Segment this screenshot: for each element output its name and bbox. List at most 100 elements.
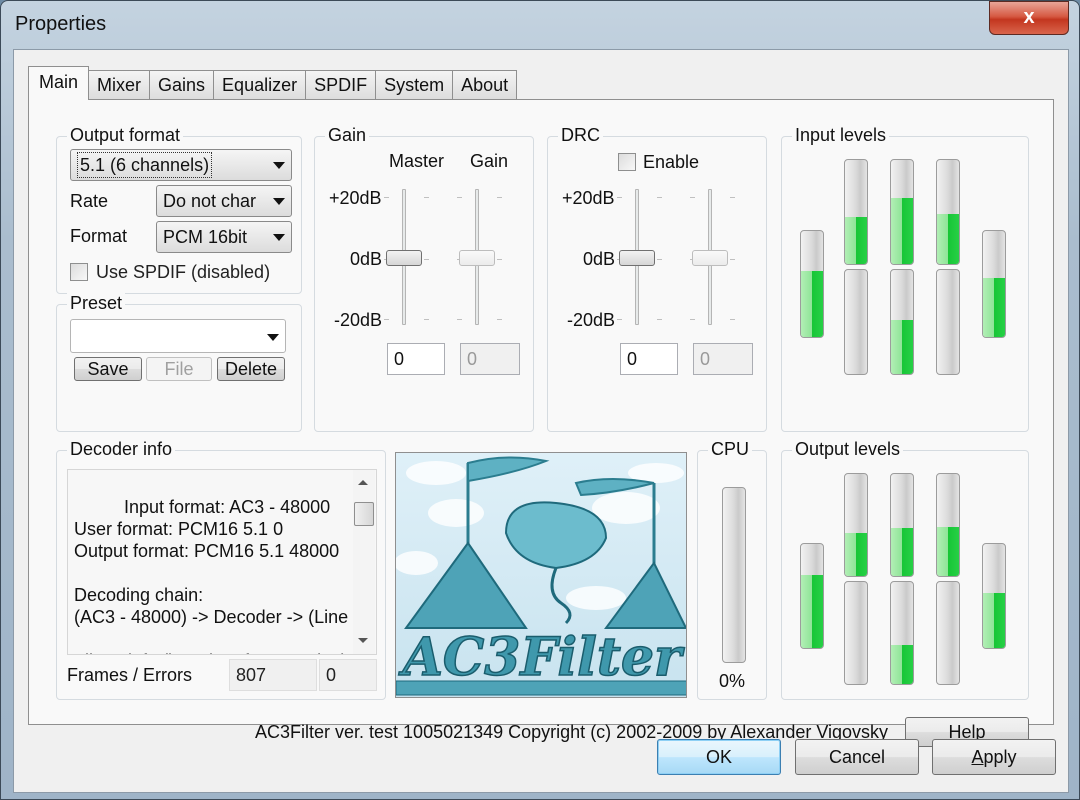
logo-text: AC3Filter <box>398 627 685 688</box>
slider-tick <box>657 259 662 260</box>
ok-button[interactable]: OK <box>657 739 781 775</box>
drc-value-2-input[interactable]: 0 <box>693 343 753 375</box>
level-meter-left <box>800 543 824 649</box>
preset-label: Preset <box>67 293 126 313</box>
tab-spdif[interactable]: SPDIF <box>305 70 377 100</box>
output-levels-label: Output levels <box>792 439 904 459</box>
decoder-info-group: Decoder info Input format: AC3 - 48000 U… <box>56 439 386 700</box>
level-meter-top-0 <box>844 159 868 265</box>
gain-value-input[interactable]: 0 <box>460 343 520 375</box>
level-meter-top-0-fill <box>845 533 867 576</box>
decoder-info-scrollbar[interactable] <box>353 470 375 654</box>
save-preset-button[interactable]: Save <box>74 357 142 381</box>
frames-errors-label: Frames / Errors <box>67 665 193 685</box>
drc-value-1-input[interactable]: 0 <box>620 343 678 375</box>
level-meter-top-2 <box>936 473 960 577</box>
errors-value: 0 <box>319 659 377 691</box>
copyright-text: AC3Filter ver. test 1005021349 Copyright… <box>255 722 889 742</box>
slider-tick <box>497 197 502 198</box>
apply-label-rest: pply <box>983 747 1017 767</box>
output-levels-group: Output levels <box>781 439 1029 700</box>
scale-zero: 0dB <box>350 249 383 269</box>
slider-tick <box>457 197 462 198</box>
main-tab-panel: Output format 5.1 (6 channels) Rate Do n… <box>28 99 1054 747</box>
apply-mnemonic: A <box>971 747 984 767</box>
level-meter-bottom-1-fill <box>891 645 913 684</box>
scroll-down-icon[interactable] <box>358 638 368 643</box>
slider-tick <box>424 259 429 260</box>
master-value-input[interactable]: 0 <box>387 343 445 375</box>
format-select[interactable]: PCM 16bit <box>156 221 292 253</box>
preset-select[interactable] <box>70 319 286 353</box>
level-meter-right-fill <box>983 277 1005 337</box>
level-meter-right-fill <box>983 592 1005 648</box>
tab-equalizer[interactable]: Equalizer <box>213 70 307 100</box>
slider-thumb[interactable] <box>692 250 728 266</box>
slider-thumb[interactable] <box>619 250 655 266</box>
level-meter-bottom-1 <box>890 269 914 375</box>
output-format-label: Output format <box>67 125 184 145</box>
slider-tick <box>424 197 429 198</box>
decoder-info-label: Decoder info <box>67 439 176 459</box>
decoder-info-text[interactable]: Input format: AC3 - 48000 User format: P… <box>67 469 377 655</box>
title-bar[interactable]: Properties x <box>1 1 1079 49</box>
frames-value: 807 <box>229 659 317 691</box>
preset-group: Preset Save File Delete <box>56 293 302 432</box>
scroll-thumb[interactable] <box>354 502 374 526</box>
drc-scale-plus20: +20dB <box>562 188 615 208</box>
slider-thumb[interactable] <box>386 250 422 266</box>
file-preset-button[interactable]: File <box>146 357 212 381</box>
gain-group-label: Gain <box>325 125 370 145</box>
input-levels-group: Input levels <box>781 125 1029 432</box>
drc-scale-zero: 0dB <box>583 249 616 269</box>
level-meter-bottom-2 <box>936 269 960 375</box>
level-meter-bottom-2 <box>936 581 960 685</box>
chevron-down-icon <box>273 198 285 205</box>
channels-value: 5.1 (6 channels) <box>77 152 213 178</box>
slider-tick <box>384 319 389 320</box>
slider-tick <box>730 319 735 320</box>
scale-minus20: -20dB <box>334 310 383 330</box>
level-meter-top-1 <box>890 159 914 265</box>
window-title: Properties <box>15 13 107 35</box>
level-meter-top-1-fill <box>891 198 913 264</box>
level-meter-top-1 <box>890 473 914 577</box>
tab-main[interactable]: Main <box>28 66 90 100</box>
rate-value: Do not char <box>163 191 257 211</box>
level-meter-left-fill <box>801 575 823 648</box>
level-meter-top-0 <box>844 473 868 577</box>
rate-label: Rate <box>70 191 109 211</box>
format-label: Format <box>70 226 128 246</box>
dialog-client: Main Mixer Gains Equalizer SPDIF System … <box>13 49 1069 793</box>
tab-bar: Main Mixer Gains Equalizer SPDIF System … <box>28 66 518 100</box>
slider-tick <box>617 197 622 198</box>
delete-preset-button[interactable]: Delete <box>217 357 285 381</box>
gain-group: Gain Master Gain +20dB 0dB -20dB 0 0 <box>314 125 534 432</box>
cancel-button[interactable]: Cancel <box>795 739 919 775</box>
tab-mixer[interactable]: Mixer <box>88 70 151 100</box>
slider-thumb[interactable] <box>459 250 495 266</box>
drc-group: DRC Enable +20dB 0dB -20dB 0 0 <box>547 125 767 432</box>
level-meter-bottom-1-fill <box>891 319 913 374</box>
tab-about[interactable]: About <box>452 70 518 100</box>
use-spdif-label: Use SPDIF (disabled) <box>96 262 271 282</box>
level-meter-left <box>800 230 824 338</box>
tab-gains[interactable]: Gains <box>149 70 215 100</box>
drc-enable-checkbox[interactable] <box>618 153 636 171</box>
apply-button[interactable]: Apply <box>932 739 1056 775</box>
master-label: Master <box>389 151 445 171</box>
use-spdif-checkbox[interactable] <box>70 263 88 281</box>
level-meter-top-1-fill <box>891 528 913 576</box>
slider-tick <box>690 319 695 320</box>
cpu-group: CPU 0% <box>697 439 767 700</box>
scroll-up-icon[interactable] <box>358 480 368 485</box>
rate-select[interactable]: Do not char <box>156 185 292 217</box>
tab-system[interactable]: System <box>375 70 454 100</box>
level-meter-right <box>982 230 1006 338</box>
slider-tick <box>657 319 662 320</box>
properties-window: Properties x Main Mixer Gains Equalizer … <box>0 0 1080 800</box>
slider-tick <box>384 197 389 198</box>
drc-enable-label: Enable <box>643 152 700 172</box>
close-button[interactable]: x <box>989 1 1069 35</box>
channels-select[interactable]: 5.1 (6 channels) <box>70 149 292 181</box>
